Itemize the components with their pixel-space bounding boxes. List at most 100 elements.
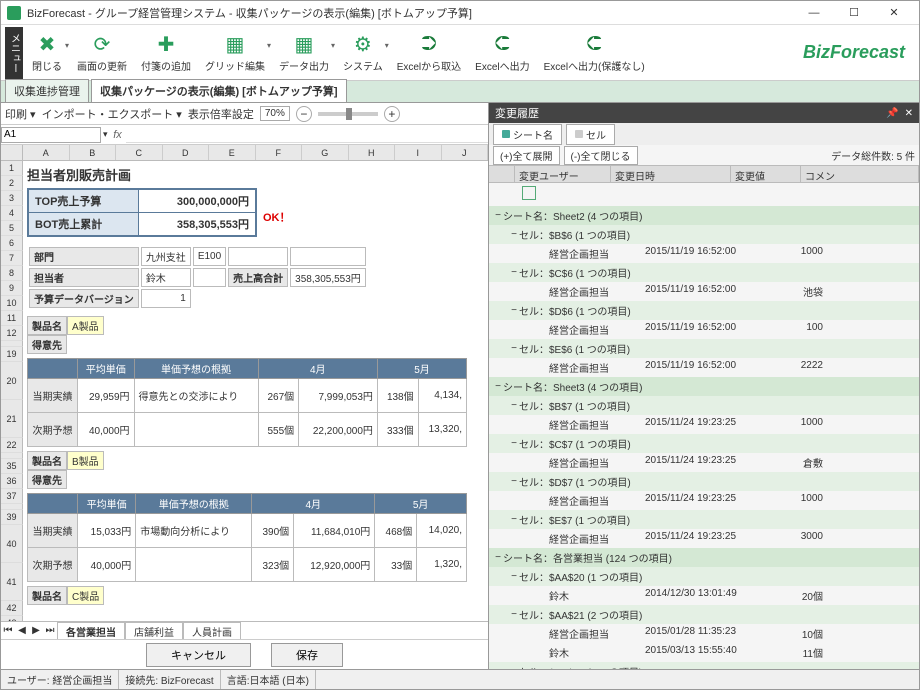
sheet-nav-next[interactable]: ▶	[29, 625, 43, 636]
history-subgroup[interactable]: −セル：$B$6 (1 つの項目)	[489, 225, 919, 244]
table-row[interactable]: 当期実績15,033円市場動向分析により390個11,684,010円468個1…	[28, 514, 467, 548]
col-header[interactable]: F	[256, 145, 303, 160]
history-subgroup[interactable]: −セル：$AA$21 (2 つの項目)	[489, 605, 919, 624]
save-button[interactable]: 保存	[271, 643, 343, 667]
row-header[interactable]: 10	[1, 296, 23, 311]
refresh-button[interactable]: ⟳画面の更新	[71, 27, 133, 79]
history-row[interactable]: 鈴木2015/03/13 15:55:4011個	[489, 643, 919, 662]
grid-edit-button[interactable]: ▦グリッド編集▾	[199, 27, 271, 79]
row-header[interactable]: 8	[1, 266, 23, 281]
row-header[interactable]: 43	[1, 616, 23, 621]
excel-export-button[interactable]: ⮈Excelへ出力	[469, 27, 535, 79]
col-header[interactable]: E	[209, 145, 256, 160]
sheet-nav-last[interactable]: ⏭	[43, 625, 57, 636]
col-header[interactable]: C	[116, 145, 163, 160]
history-list[interactable]: −シート名：Sheet2 (4 つの項目) −セル：$B$6 (1 つの項目) …	[489, 183, 919, 669]
sheet-nav-prev[interactable]: ◀	[15, 625, 29, 636]
history-row[interactable]: 経営企画担当2015/11/24 19:23:251000	[489, 415, 919, 434]
col-header[interactable]: I	[395, 145, 442, 160]
row-header[interactable]: 9	[1, 281, 23, 296]
col-header[interactable]: H	[349, 145, 396, 160]
row-header[interactable]: 41	[1, 563, 23, 601]
row-header[interactable]: 39	[1, 510, 23, 525]
history-subgroup[interactable]: −セル：$AA$24 (1 つの項目)	[489, 662, 919, 669]
history-row[interactable]: 経営企画担当2015/11/19 16:52:002222	[489, 358, 919, 377]
col-header[interactable]: A	[23, 145, 70, 160]
zoom-in-button[interactable]: +	[384, 106, 400, 122]
filter-cell-tab[interactable]: セル	[566, 124, 615, 145]
maximize-button[interactable]: ☐	[835, 2, 873, 24]
history-row[interactable]: 鈴木2014/12/30 13:01:4920個	[489, 586, 919, 605]
menu-button[interactable]: メニュー	[5, 27, 23, 79]
history-group[interactable]: −シート名：Sheet3 (4 つの項目)	[489, 377, 919, 396]
sheet-tab-staff[interactable]: 人員計画	[183, 622, 241, 640]
row-header[interactable]: 37	[1, 489, 23, 504]
row-header[interactable]: 6	[1, 236, 23, 251]
cell-name-box[interactable]	[1, 127, 101, 143]
zoom-setting-button[interactable]: 表示倍率設定	[188, 106, 254, 122]
zoom-slider[interactable]	[318, 112, 378, 116]
history-subgroup[interactable]: −セル：$D$6 (1 つの項目)	[489, 301, 919, 320]
col-header[interactable]: J	[442, 145, 489, 160]
row-header[interactable]: 7	[1, 251, 23, 266]
history-row[interactable]: 経営企画担当2015/11/19 16:52:001000	[489, 244, 919, 263]
history-subgroup[interactable]: −セル：$B$7 (1 つの項目)	[489, 396, 919, 415]
row-header[interactable]: 40	[1, 525, 23, 563]
row-header[interactable]: 20	[1, 362, 23, 400]
row-header[interactable]: 42	[1, 601, 23, 616]
col-header[interactable]: G	[302, 145, 349, 160]
add-note-button[interactable]: ✚付箋の追加	[135, 27, 197, 79]
system-button[interactable]: ⚙システム▾	[337, 27, 389, 79]
row-header[interactable]: 35	[1, 459, 23, 474]
minimize-button[interactable]: —	[795, 2, 833, 24]
filter-sheet-tab[interactable]: シート名	[493, 124, 562, 145]
history-subgroup[interactable]: −セル：$D$7 (1 つの項目)	[489, 472, 919, 491]
row-header[interactable]: 4	[1, 206, 23, 221]
history-row[interactable]: 経営企画担当2015/01/28 11:35:2310個	[489, 624, 919, 643]
tab-progress[interactable]: 収集進捗管理	[5, 79, 89, 102]
expand-all-button[interactable]: (+)全て展開	[493, 146, 560, 165]
history-subgroup[interactable]: −セル：$AA$20 (1 つの項目)	[489, 567, 919, 586]
sheet-tab-profit[interactable]: 店舗利益	[125, 622, 183, 640]
sheet-body[interactable]: 1 2 3 4 5 6 7 8 9 10 11 12 19 2	[1, 161, 488, 621]
excel-export-noprotect-button[interactable]: ⮈Excelへ出力(保護なし)	[538, 27, 651, 79]
history-subgroup[interactable]: −セル：$E$7 (1 つの項目)	[489, 510, 919, 529]
history-subgroup[interactable]: −セル：$C$6 (1 つの項目)	[489, 263, 919, 282]
row-header[interactable]: 22	[1, 438, 23, 453]
history-row[interactable]: 経営企画担当2015/11/24 19:23:25倉敷	[489, 453, 919, 472]
history-subgroup[interactable]: −セル：$C$7 (1 つの項目)	[489, 434, 919, 453]
zoom-percent[interactable]: 70%	[260, 106, 290, 121]
row-header[interactable]: 36	[1, 474, 23, 489]
close-button[interactable]: ✖閉じる▾	[25, 27, 69, 79]
table-row[interactable]: 当期実績29,959円得意先との交渉により267個7,999,053円138個4…	[28, 379, 467, 413]
pin-icon[interactable]: 📌	[886, 108, 898, 119]
history-row[interactable]: 経営企画担当2015/11/19 16:52:00100	[489, 320, 919, 339]
close-panel-icon[interactable]: ✕	[905, 108, 913, 119]
history-subgroup[interactable]: −セル：$E$6 (1 つの項目)	[489, 339, 919, 358]
table-row[interactable]: 次期予想40,000円555個22,200,000円333個13,320,	[28, 413, 467, 447]
formula-bar[interactable]	[126, 127, 488, 143]
import-export-menu[interactable]: インポート・エクスポート ▾	[42, 106, 182, 122]
row-header[interactable]: 3	[1, 191, 23, 206]
row-header[interactable]: 5	[1, 221, 23, 236]
row-header[interactable]: 12	[1, 326, 23, 341]
history-group[interactable]: −シート名：Sheet2 (4 つの項目)	[489, 206, 919, 225]
data-output-button[interactable]: ▦データ出力▾	[273, 27, 335, 79]
history-row[interactable]: 経営企画担当2015/11/19 16:52:00池袋	[489, 282, 919, 301]
sheet-tab-sales[interactable]: 各営業担当	[57, 622, 125, 640]
collapse-all-button[interactable]: (-)全て閉じる	[564, 146, 638, 165]
row-header[interactable]: 21	[1, 400, 23, 438]
history-row[interactable]: 経営企画担当2015/11/24 19:23:251000	[489, 491, 919, 510]
sheet-nav-first[interactable]: ⏮	[1, 625, 15, 636]
row-header[interactable]: 19	[1, 347, 23, 362]
row-header[interactable]: 11	[1, 311, 23, 326]
history-row[interactable]: 経営企画担当2015/11/24 19:23:253000	[489, 529, 919, 548]
col-header[interactable]: B	[70, 145, 117, 160]
history-group[interactable]: −シート名：各営業担当 (124 つの項目)	[489, 548, 919, 567]
close-window-button[interactable]: ✕	[875, 2, 913, 24]
zoom-out-button[interactable]: −	[296, 106, 312, 122]
row-header[interactable]: 2	[1, 176, 23, 191]
print-menu[interactable]: 印刷 ▾	[5, 106, 36, 122]
row-header[interactable]: 1	[1, 161, 23, 176]
excel-import-button[interactable]: ⮊Excelから取込	[391, 27, 467, 79]
